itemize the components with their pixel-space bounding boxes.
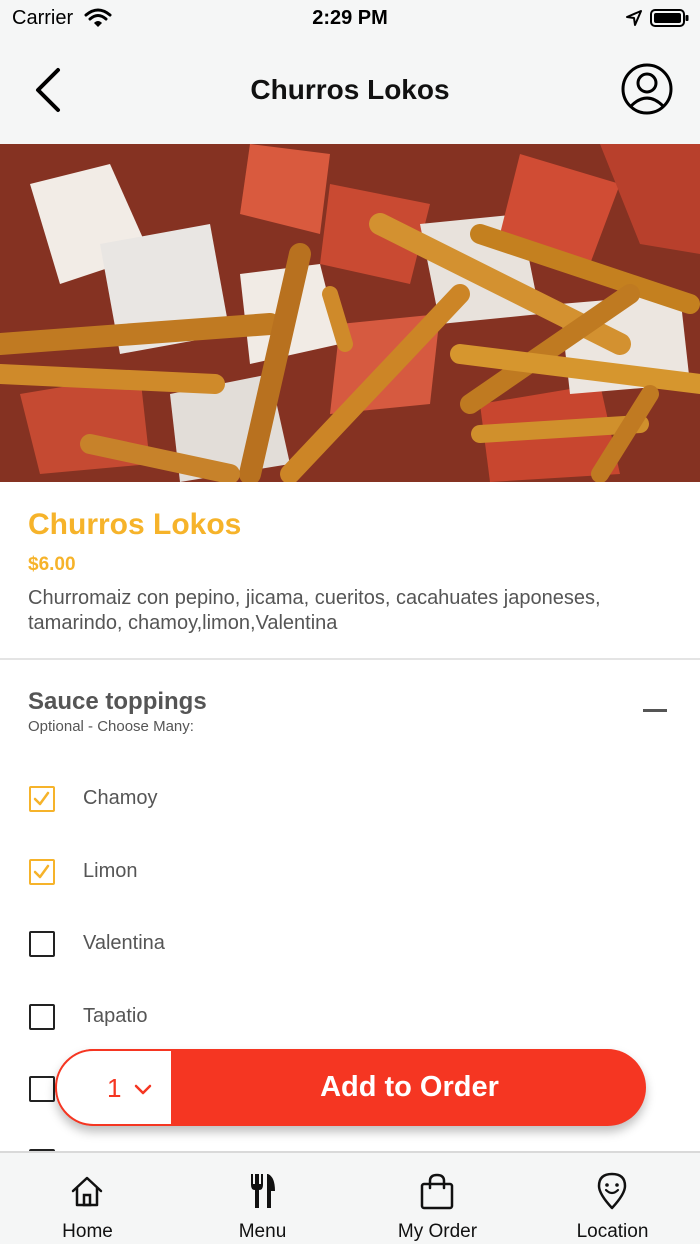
option-valentina[interactable]: Valentina bbox=[0, 907, 700, 979]
page-title: Churros Lokos bbox=[250, 74, 450, 105]
item-description: Churromaiz con pepino, jicama, cueritos,… bbox=[28, 587, 601, 634]
tab-label: My Order bbox=[397, 1221, 478, 1242]
quantity-selector[interactable]: 1 bbox=[55, 1049, 173, 1126]
item-price: $6.00 bbox=[28, 554, 76, 575]
chevron-left-icon[interactable] bbox=[28, 64, 68, 116]
option-label: Valentina bbox=[83, 932, 165, 954]
home-icon bbox=[71, 1176, 103, 1207]
quantity-value: 1 bbox=[107, 1073, 122, 1103]
checkbox-checked[interactable] bbox=[29, 859, 55, 885]
location-arrow-icon bbox=[626, 10, 642, 26]
user-circle-icon[interactable] bbox=[620, 62, 674, 116]
section-subtitle: Optional - Choose Many: bbox=[28, 718, 194, 735]
item-name: Churros Lokos bbox=[28, 508, 242, 541]
checkmark-icon bbox=[33, 864, 50, 879]
item-info: Churros Lokos $6.00 Churromaiz con pepin… bbox=[0, 482, 700, 660]
option-tapatio[interactable]: Tapatio bbox=[0, 980, 700, 1052]
add-to-order-button[interactable]: Add to Order bbox=[173, 1049, 646, 1126]
status-bar: Carrier 2:29 PM bbox=[0, 0, 700, 40]
tab-home[interactable]: Home bbox=[0, 1153, 175, 1244]
option-label: Tapatio bbox=[83, 1005, 148, 1027]
tab-label: Location bbox=[576, 1221, 649, 1242]
map-pin-icon bbox=[597, 1172, 627, 1210]
nav-bar: Churros Lokos bbox=[0, 40, 700, 144]
chevron-down-icon bbox=[134, 1084, 152, 1095]
tab-my-order[interactable]: My Order bbox=[350, 1153, 525, 1244]
battery-icon bbox=[650, 9, 689, 27]
checkmark-icon bbox=[33, 791, 50, 806]
sauce-toppings-section: Sauce toppings Optional - Choose Many: bbox=[0, 660, 700, 750]
tab-menu[interactable]: Menu bbox=[175, 1153, 350, 1244]
option-chamoy[interactable]: Chamoy bbox=[0, 762, 700, 834]
tab-label: Menu bbox=[238, 1221, 287, 1242]
tab-label: Home bbox=[62, 1221, 113, 1242]
churros-photo bbox=[0, 144, 700, 482]
collapse-icon[interactable] bbox=[640, 700, 670, 720]
option-label: Limon bbox=[83, 860, 138, 882]
tab-location[interactable]: Location bbox=[525, 1153, 700, 1244]
fork-knife-icon bbox=[251, 1174, 275, 1208]
checkbox-checked[interactable] bbox=[29, 786, 55, 812]
checkbox-unchecked[interactable] bbox=[29, 1076, 55, 1102]
option-limon[interactable]: Limon bbox=[0, 835, 700, 907]
shopping-bag-icon bbox=[420, 1173, 454, 1210]
checkbox-unchecked[interactable] bbox=[29, 931, 55, 957]
option-label: Chamoy bbox=[83, 787, 158, 809]
checkbox-unchecked[interactable] bbox=[29, 1004, 55, 1030]
section-title: Sauce toppings bbox=[28, 688, 207, 715]
clock: 2:29 PM bbox=[312, 7, 388, 29]
order-bar: 1 Add to Order bbox=[55, 1049, 646, 1126]
tab-bar: Home Menu My Order Location bbox=[0, 1151, 700, 1244]
item-photo bbox=[0, 144, 700, 482]
